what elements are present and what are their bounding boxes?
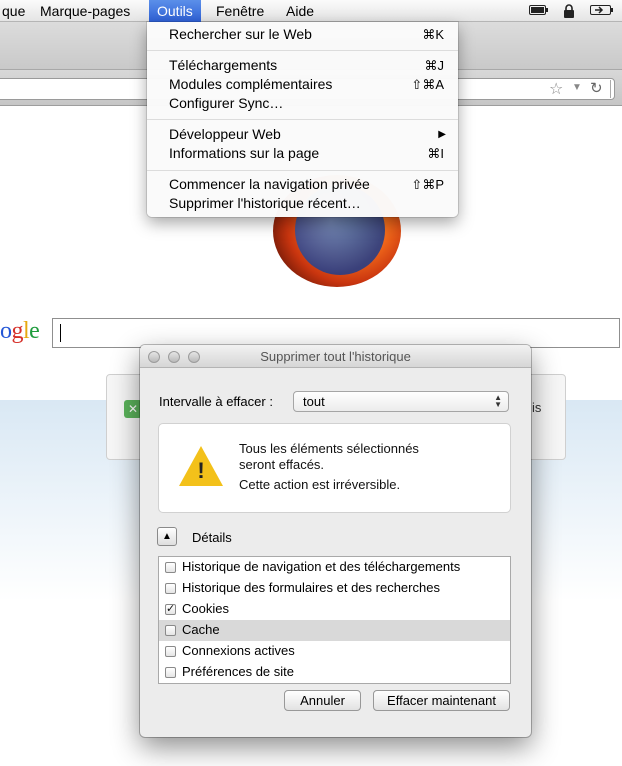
menu-search-web[interactable]: Rechercher sur le Web bbox=[169, 26, 312, 42]
reload-icon[interactable]: ↻ bbox=[590, 79, 603, 97]
checkbox-cookies[interactable]: ✓ bbox=[165, 604, 176, 615]
list-item-label: Historique de navigation et des téléchar… bbox=[182, 559, 461, 574]
checkbox-cache[interactable] bbox=[165, 625, 176, 636]
checkbox-browsing-history[interactable] bbox=[165, 562, 176, 573]
menu-separator bbox=[147, 50, 458, 51]
chevron-down-icon[interactable]: ▼ bbox=[572, 82, 582, 93]
menu-item-history[interactable]: que bbox=[0, 0, 33, 22]
menu-configure-sync[interactable]: Configurer Sync… bbox=[169, 95, 283, 111]
list-item-label: Connexions actives bbox=[182, 643, 295, 658]
dialog-title: Supprimer tout l'historique bbox=[260, 349, 411, 364]
list-item-label: Cache bbox=[182, 622, 220, 637]
menu-private-browsing[interactable]: Commencer la navigation privée bbox=[169, 176, 370, 192]
shortcut-search-web: ⌘K bbox=[422, 27, 444, 42]
google-logo: ogle bbox=[0, 318, 40, 344]
tools-menu: Rechercher sur le Web ⌘K Téléchargements… bbox=[147, 22, 458, 217]
range-label: Intervalle à effacer : bbox=[159, 394, 273, 409]
dialog-titlebar: Supprimer tout l'historique bbox=[140, 345, 531, 368]
menu-clear-recent-history[interactable]: Supprimer l'historique récent… bbox=[169, 195, 361, 211]
shortcut-private-browsing: ⇧⌘P bbox=[411, 177, 444, 192]
lock-icon[interactable] bbox=[563, 4, 575, 18]
select-arrows-icon: ▲ ▼ bbox=[494, 393, 502, 409]
menu-item-bookmarks[interactable]: Marque-pages bbox=[32, 0, 138, 22]
list-item-label: Cookies bbox=[182, 601, 229, 616]
star-icon[interactable]: ☆ bbox=[549, 79, 563, 99]
menu-downloads[interactable]: Téléchargements bbox=[169, 57, 277, 73]
menu-item-help[interactable]: Aide bbox=[278, 0, 322, 22]
snippet-text: is bbox=[532, 400, 542, 415]
shortcut-page-info: ⌘I bbox=[427, 146, 444, 161]
menu-page-info[interactable]: Informations sur la page bbox=[169, 145, 319, 161]
cancel-button[interactable]: Annuler bbox=[284, 690, 361, 711]
shortcut-addons: ⇧⌘A bbox=[411, 77, 444, 92]
list-item-label: Historique des formulaires et des recher… bbox=[182, 580, 440, 595]
menu-addons[interactable]: Modules complémentaires bbox=[169, 76, 332, 92]
warning-exclamation-icon: ! bbox=[197, 458, 205, 483]
details-toggle-button[interactable]: ▲ bbox=[157, 527, 177, 546]
range-select[interactable]: tout ▲ ▼ bbox=[293, 391, 509, 412]
warning-text-line3: Cette action est irréversible. bbox=[239, 477, 401, 492]
menu-web-developer[interactable]: Développeur Web bbox=[169, 126, 281, 142]
list-item[interactable]: Préférences de site bbox=[159, 662, 510, 683]
checkbox-active-logins[interactable] bbox=[165, 646, 176, 657]
list-item[interactable]: Connexions actives bbox=[159, 641, 510, 662]
checkbox-site-preferences[interactable] bbox=[165, 667, 176, 678]
range-select-value: tout bbox=[303, 394, 325, 409]
toolbar-divider bbox=[610, 80, 622, 98]
list-item-label: Préférences de site bbox=[182, 664, 295, 679]
submenu-arrow-icon: ▶ bbox=[438, 129, 446, 140]
clear-now-button[interactable]: Effacer maintenant bbox=[373, 690, 510, 711]
warning-panel: ! Tous les éléments sélectionnés seront … bbox=[158, 423, 511, 513]
warning-text-line2: seront effacés. bbox=[239, 457, 325, 472]
details-label: Détails bbox=[192, 530, 232, 545]
list-item[interactable]: Historique des formulaires et des recher… bbox=[159, 578, 510, 599]
list-item[interactable]: ✓ Cookies bbox=[159, 599, 510, 620]
search-input[interactable] bbox=[52, 318, 620, 348]
menu-item-window[interactable]: Fenêtre bbox=[208, 0, 272, 22]
menu-item-tools[interactable]: Outils bbox=[149, 0, 201, 22]
text-cursor bbox=[60, 324, 61, 342]
menu-bar: que Marque-pages Outils Fenêtre Aide bbox=[0, 0, 622, 22]
shortcut-downloads: ⌘J bbox=[424, 58, 445, 73]
history-items-list: Historique de navigation et des téléchar… bbox=[158, 556, 511, 684]
menu-separator bbox=[147, 170, 458, 171]
battery-charging-icon[interactable] bbox=[590, 4, 614, 18]
list-item[interactable]: Historique de navigation et des téléchar… bbox=[159, 557, 510, 578]
list-item[interactable]: Cache bbox=[159, 620, 510, 641]
battery-icon[interactable] bbox=[529, 4, 549, 18]
clear-history-dialog: Supprimer tout l'historique Intervalle à… bbox=[140, 345, 531, 737]
menu-separator bbox=[147, 119, 458, 120]
warning-text-line1: Tous les éléments sélectionnés bbox=[239, 441, 419, 456]
checkbox-form-history[interactable] bbox=[165, 583, 176, 594]
